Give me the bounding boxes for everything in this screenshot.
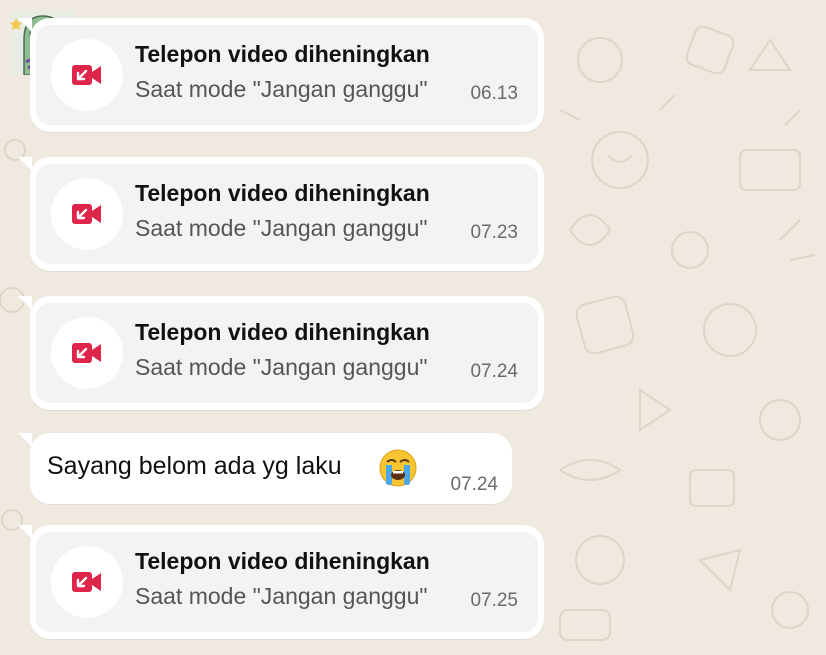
message-time: 07.24 [450,474,498,495]
video-call-missed-icon [72,65,101,85]
call-bubble[interactable]: Telepon video diheningkan Saat mode "Jan… [18,525,544,639]
video-call-missed-icon [72,343,101,363]
message-text: Sayang belom ada yg laku [47,452,342,480]
message-time: 06.13 [470,83,518,104]
message-time: 07.25 [470,590,518,611]
call-bubble[interactable]: Telepon video diheningkan Saat mode "Jan… [18,157,544,271]
call-bubble[interactable]: Telepon video diheningkan Saat mode "Jan… [18,18,544,132]
text-message-bubble[interactable]: Sayang belom ada yg laku 07.24 [18,433,512,504]
call-title: Telepon video diheningkan [135,41,430,67]
call-subtitle: Saat mode "Jangan ganggu" [135,583,428,609]
call-card[interactable]: Telepon video diheningkan Saat mode "Jan… [36,25,538,125]
call-title: Telepon video diheningkan [135,319,430,345]
call-card[interactable]: Telepon video diheningkan Saat mode "Jan… [36,532,538,632]
call-subtitle: Saat mode "Jangan ganggu" [135,215,428,241]
call-title: Telepon video diheningkan [135,548,430,574]
call-bubble[interactable]: Telepon video diheningkan Saat mode "Jan… [18,296,544,410]
call-icon-circle [51,39,123,111]
call-subtitle: Saat mode "Jangan ganggu" [135,354,428,380]
call-card[interactable]: Telepon video diheningkan Saat mode "Jan… [36,164,538,264]
call-icon-circle [51,178,123,250]
message-time: 07.24 [470,361,518,382]
call-subtitle: Saat mode "Jangan ganggu" [135,76,428,102]
call-card[interactable]: Telepon video diheningkan Saat mode "Jan… [36,303,538,403]
call-icon-circle [51,546,123,618]
call-title: Telepon video diheningkan [135,180,430,206]
message-time: 07.23 [470,222,518,243]
video-call-missed-icon [72,204,101,224]
call-icon-circle [51,317,123,389]
loudly-crying-face-icon [379,449,417,487]
video-call-missed-icon [72,572,101,592]
